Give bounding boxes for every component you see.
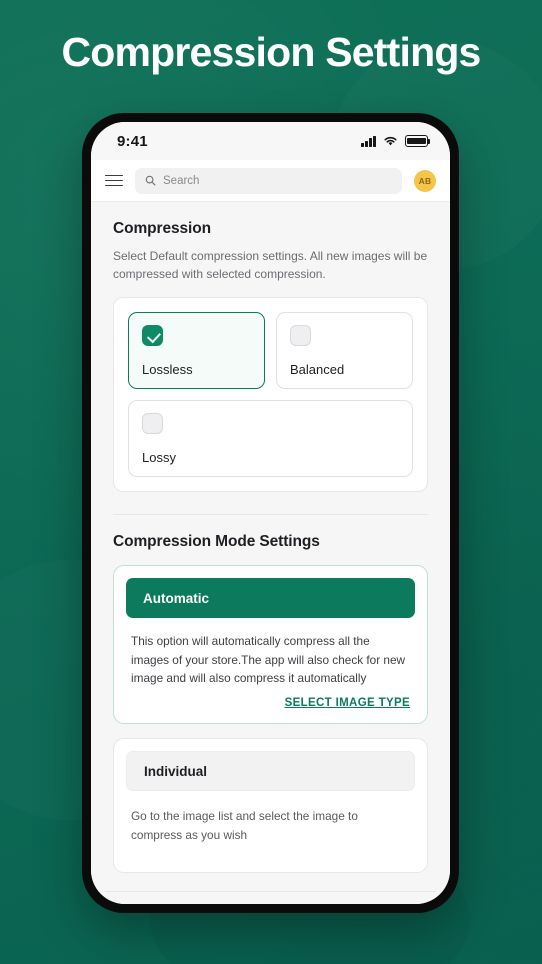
scroll-area: Compression Select Default compression s…: [91, 202, 450, 904]
settings-content: Compression Select Default compression s…: [91, 202, 450, 904]
compression-option-balanced[interactable]: Balanced: [276, 312, 413, 390]
compression-section-title: Compression: [113, 220, 211, 237]
checkbox-balanced[interactable]: [290, 325, 311, 347]
compression-option-label: Lossless: [142, 362, 193, 378]
app-nav-bar: Search AB: [91, 160, 450, 202]
search-icon: [145, 175, 156, 186]
search-placeholder: Search: [163, 174, 200, 187]
footer-actions: Save: [91, 892, 450, 904]
select-image-type-link[interactable]: SELECT IMAGE TYPE: [285, 697, 410, 709]
mode-settings-title: Compression Mode Settings: [113, 533, 320, 551]
status-bar: 9:41: [91, 122, 450, 160]
status-bar-time: 9:41: [117, 132, 148, 150]
compression-section: Compression Select Default compression s…: [91, 202, 450, 493]
checkbox-lossy[interactable]: [142, 413, 163, 435]
mode-card-individual[interactable]: Individual Go to the image list and sele…: [113, 738, 428, 873]
search-input[interactable]: Search: [135, 167, 402, 194]
mode-card-automatic[interactable]: Automatic This option will automatically…: [113, 565, 428, 725]
avatar[interactable]: AB: [414, 169, 436, 192]
mode-link-row: SELECT IMAGE TYPE: [126, 687, 415, 711]
hamburger-menu-icon[interactable]: [105, 174, 123, 187]
phone-screen: 9:41 Search AB Compression Select Defaul…: [91, 122, 450, 904]
compression-option-label: Balanced: [290, 362, 345, 378]
mode-header-individual[interactable]: Individual: [126, 751, 415, 792]
checkbox-lossless[interactable]: [142, 325, 163, 347]
status-bar-icons: [361, 135, 431, 147]
page-title: Compression Settings: [61, 29, 481, 75]
compression-options-row: Lossless Balanced: [128, 312, 413, 390]
compression-section-description: Select Default compression settings. All…: [113, 249, 428, 282]
phone-mockup-frame: 9:41 Search AB Compression Select Defaul…: [82, 113, 459, 913]
compression-option-label: Lossy: [142, 450, 176, 466]
compression-option-lossy[interactable]: Lossy: [128, 400, 413, 478]
compression-option-lossless[interactable]: Lossless: [128, 312, 265, 390]
battery-icon: [405, 135, 431, 147]
mode-description-automatic: This option will automatically compress …: [131, 634, 406, 686]
compression-mode-settings-section: Compression Mode Settings Automatic This…: [91, 515, 450, 873]
mode-description-individual: Go to the image list and select the imag…: [131, 809, 358, 842]
compression-options-card: Lossless Balanced Lossy: [113, 297, 428, 493]
signal-icon: [361, 135, 376, 147]
wifi-icon: [384, 136, 397, 146]
mode-header-automatic[interactable]: Automatic: [126, 578, 415, 619]
